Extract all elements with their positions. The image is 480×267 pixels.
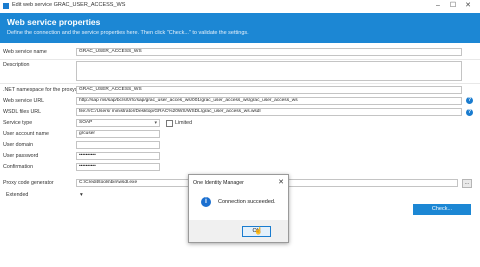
mouse-cursor-icon: ☝ [254, 228, 263, 235]
net-namespace-label: .NET namespace for the proxys... [3, 87, 82, 93]
net-namespace-input[interactable]: GRAC_USER_ACCESS_WS [76, 86, 462, 94]
dialog-header: Web service properties Define the connec… [0, 13, 480, 43]
check-button[interactable]: Check... [413, 204, 471, 215]
web-service-url-input[interactable]: http://sap ms/sap/bc/srt/rfc/sap/grac_us… [76, 97, 462, 105]
close-icon[interactable]: ✕ [463, 1, 473, 11]
user-account-name-label: User account name [3, 131, 49, 137]
service-type-select[interactable]: SOAP ▾ [76, 119, 160, 127]
proxy-code-generator-label: Proxy code generator [3, 180, 54, 186]
service-type-value: SOAP [79, 120, 93, 125]
web-service-name-label: Web service name [3, 49, 47, 55]
minimize-icon[interactable]: – [433, 1, 443, 11]
user-password-input[interactable]: •••••••••• [76, 152, 160, 160]
user-account-name-input[interactable]: grcuser [76, 130, 160, 138]
service-type-label: Service type [3, 120, 33, 126]
description-label: Description [3, 62, 30, 68]
page-title: Web service properties [7, 17, 101, 27]
wsdl-url-input[interactable]: file:///C:/Users/ ministrator/Desktop/GR… [76, 108, 462, 116]
user-domain-label: User domain [3, 142, 34, 148]
dialog-button-bar [189, 220, 288, 242]
confirmation-label: Confirmation [3, 164, 34, 170]
user-password-label: User password [3, 153, 39, 159]
wsdl-url-info-icon[interactable]: ? [466, 109, 473, 116]
message-dialog: One Identity Manager ✕ i Connection succ… [188, 174, 289, 243]
chevron-down-icon: ▾ [154, 120, 157, 126]
dialog-title: One Identity Manager [193, 180, 244, 186]
wsdl-url-label: WSDL files URL [3, 109, 42, 115]
maximize-icon[interactable]: ☐ [448, 1, 458, 11]
info-icon: i [201, 197, 211, 207]
user-domain-input[interactable] [76, 141, 160, 149]
divider [0, 59, 480, 60]
web-service-url-info-icon[interactable]: ? [466, 97, 473, 104]
dialog-message: Connection succeeded. [218, 199, 276, 205]
expand-chevron-icon[interactable]: ▾ [80, 192, 83, 198]
web-service-name-input[interactable]: GRAC_USER_ACCESS_WS [76, 48, 462, 56]
window-title: Edit web service GRAC_USER_ACCESS_WS [12, 2, 126, 8]
dialog-close-icon[interactable]: ✕ [278, 178, 284, 186]
limited-label: Limited [175, 120, 193, 126]
divider [0, 83, 480, 84]
confirmation-input[interactable]: •••••••••• [76, 163, 160, 171]
app-icon [3, 3, 9, 9]
browse-button[interactable]: ... [462, 179, 472, 188]
description-input[interactable] [76, 61, 462, 81]
limited-checkbox[interactable] [166, 120, 173, 127]
window-titlebar: Edit web service GRAC_USER_ACCESS_WS – ☐… [0, 0, 480, 14]
web-service-url-label: Web service URL [3, 98, 45, 104]
page-subtitle: Define the connection and the service pr… [7, 30, 249, 36]
extended-label: Extended [6, 192, 29, 198]
